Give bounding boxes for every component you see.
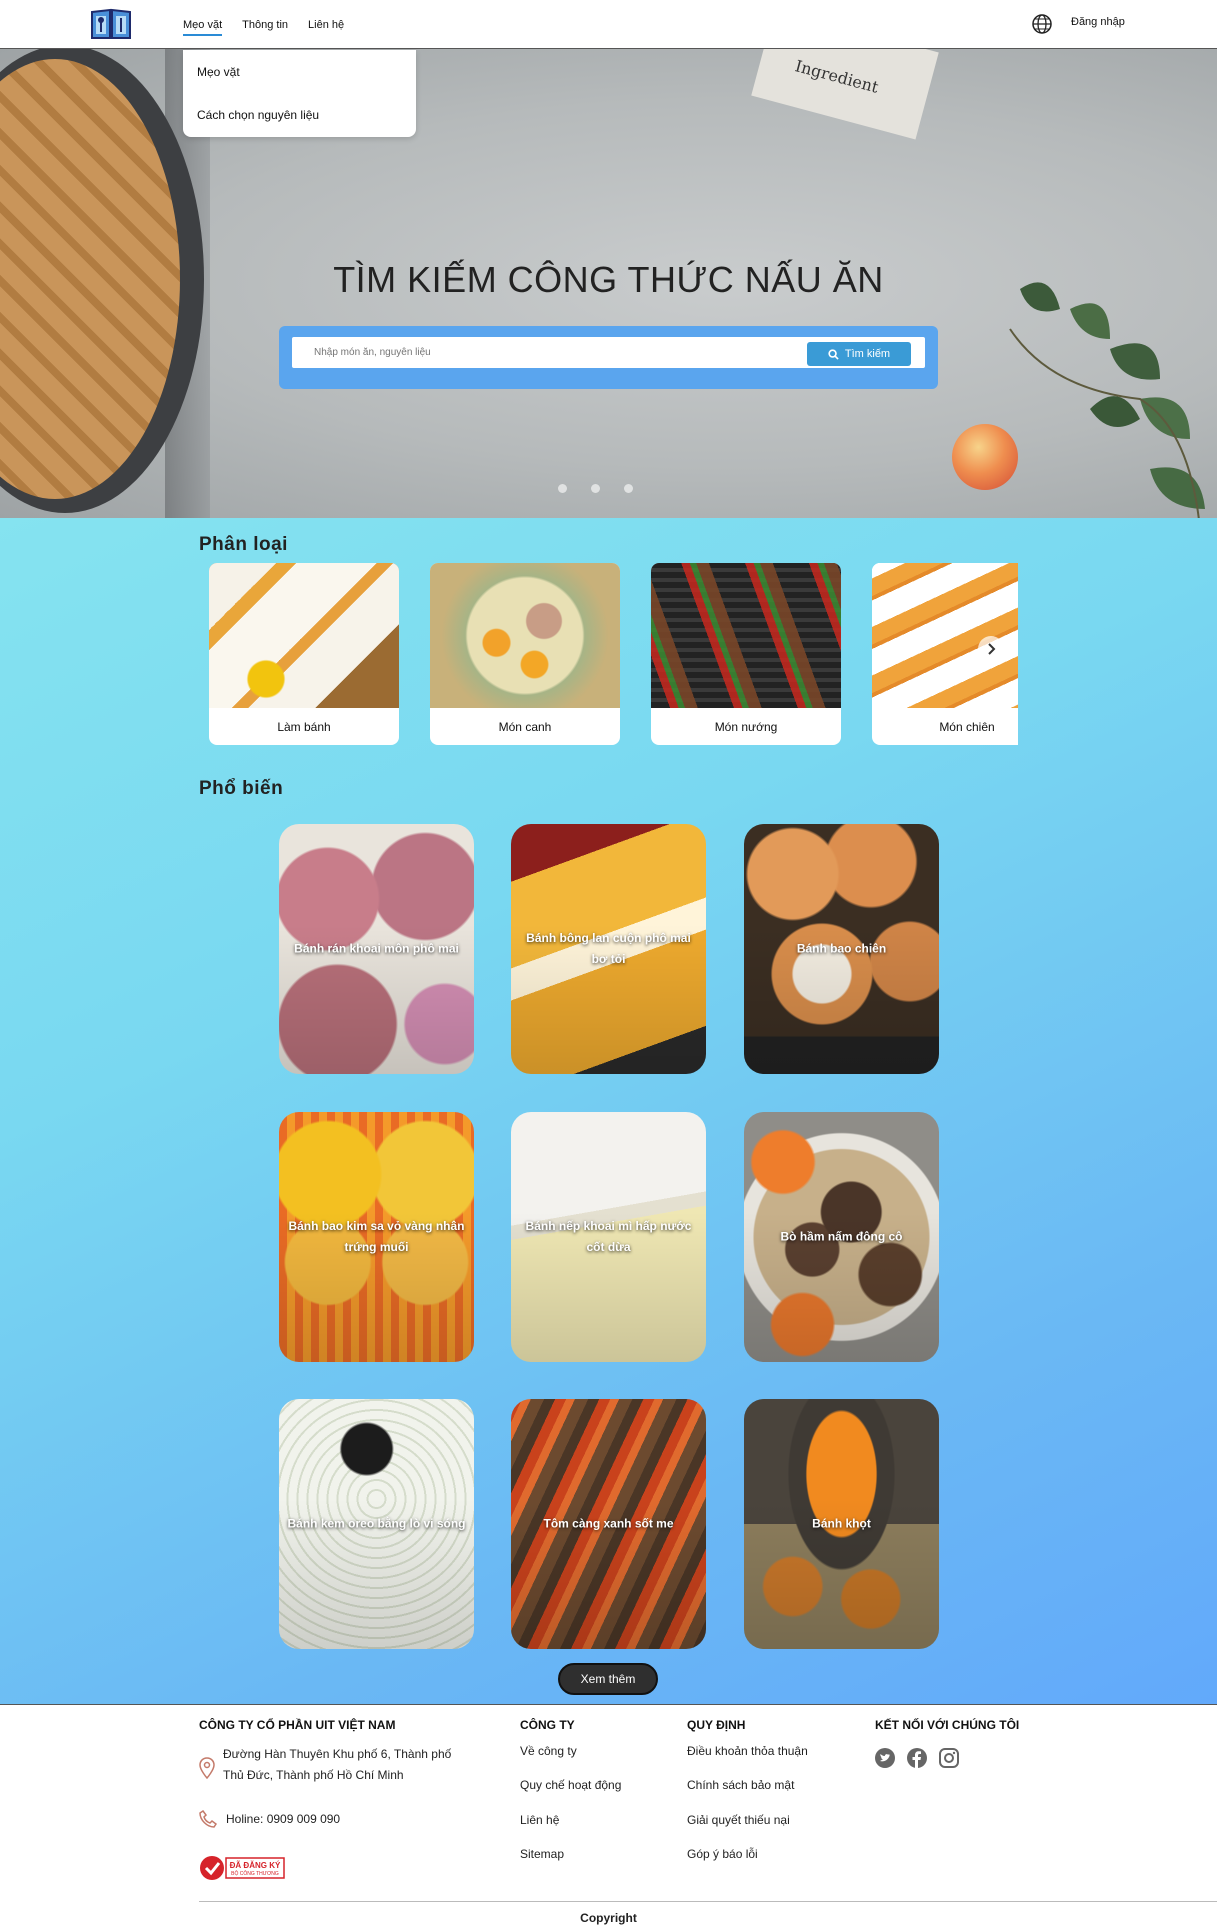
twitter-icon[interactable] [875,1748,895,1768]
category-label: Làm bánh [277,719,331,734]
popular-card[interactable]: Bánh khọt [744,1399,939,1649]
category-card-soup[interactable]: Món canh [430,563,620,745]
badge-text-registered: ĐÃ ĐĂNG KÝ [230,1861,281,1870]
popular-card[interactable]: Bánh bao chiên [744,824,939,1074]
category-image [651,563,841,708]
category-carousel: Làm bánh Món canh Món nướng Món chiên [209,563,1018,745]
popular-card-label: Bánh khọt [812,1516,871,1531]
footer-company-name: CÔNG TY CỔ PHẦN UIT VIỆT NAM [199,1718,396,1732]
carousel-dot[interactable] [558,484,567,493]
login-link[interactable]: Đăng nhập [1071,16,1125,28]
site-footer: CÔNG TY CỔ PHẦN UIT VIỆT NAM Đường Hàn T… [0,1704,1217,1931]
popular-card-label: Tôm càng xanh sốt me [543,1516,674,1531]
category-image [872,563,1018,708]
popular-card[interactable]: Bò hầm nấm đông cô [744,1112,939,1362]
hero-apple-image [952,424,1018,490]
popular-card-label: Bánh kem oreo bằng lò vi sóng [287,1516,466,1531]
popular-card-label: Bánh rán khoai môn phô mai [294,941,459,956]
category-label: Món canh [498,719,552,734]
main-content: Phân loại Làm bánh Món canh Món nướng Mó… [0,518,1217,1704]
phone-icon [199,1810,217,1828]
footer-link-complaints[interactable]: Giải quyết thiếu nại [687,1813,790,1827]
category-card-baking[interactable]: Làm bánh [209,563,399,745]
hero-leaves-decoration [1009,282,1205,518]
popular-card[interactable]: Bánh bông lan cuộn phô mai bơ tỏi [511,824,706,1074]
search-bar: Tìm kiếm [279,326,938,389]
footer-link-sitemap[interactable]: Sitemap [520,1847,564,1861]
facebook-icon[interactable] [907,1748,927,1768]
search-button-label: Tìm kiếm [844,348,891,360]
registered-badge-icon[interactable]: ĐÃ ĐĂNG KÝ BỘ CÔNG THƯƠNG [199,1854,287,1882]
footer-address-line2: Thủ Đức, Thành phố Hồ Chí Minh [223,1768,404,1782]
footer-hotline: Holine: 0909 009 090 [226,1812,341,1826]
category-card-grill[interactable]: Món nướng [651,563,841,745]
footer-col-rules-title: QUY ĐỊNH [687,1718,746,1732]
hero-paper-text: Ingredient [793,56,881,97]
footer-link-terms[interactable]: Điều khoản thỏa thuận [687,1744,808,1758]
footer-link-privacy[interactable]: Chính sách bảo mật [687,1778,794,1792]
site-header: Mẹo vặt Thông tin Liên hệ Đăng nhập [0,0,1217,49]
category-image [209,563,399,708]
popular-card[interactable]: Bánh kem oreo bằng lò vi sóng [279,1399,474,1649]
globe-icon[interactable] [1031,13,1053,35]
chevron-right-icon [988,643,996,655]
footer-col-connect-title: KẾT NỐI VỚI CHÚNG TÔI [875,1718,1020,1732]
footer-address-line1: Đường Hàn Thuyên Khu phố 6, Thành phố [223,1747,452,1761]
popular-title: Phổ biến [199,778,284,799]
category-label: Món nướng [714,719,778,734]
footer-link-contact[interactable]: Liên hệ [520,1813,559,1827]
badge-text-ministry: BỘ CÔNG THƯƠNG [231,1870,279,1877]
popular-card[interactable]: Bánh nếp khoai mì hấp nước cốt dừa [511,1112,706,1362]
footer-link-about[interactable]: Về công ty [520,1744,577,1758]
popular-card-label: Bánh nếp khoai mì hấp nước cốt dừa [525,1219,692,1254]
dropdown-item-ingredients[interactable]: Cách chọn nguyên liệu [183,93,416,136]
popular-card-label: Bánh bao kim sa vỏ vàng nhân trứng muối [288,1219,465,1254]
footer-divider [199,1901,1217,1902]
popular-card-label: Bánh bao chiên [796,941,887,956]
footer-link-regulations[interactable]: Quy chế hoạt động [520,1778,621,1792]
carousel-dot[interactable] [624,484,633,493]
search-button[interactable]: Tìm kiếm [807,342,911,366]
search-icon [828,348,839,360]
category-image [430,563,620,708]
copyright-text: Copyright [580,1911,637,1925]
popular-card[interactable]: Bánh rán khoai môn phô mai [279,824,474,1074]
carousel-dots [558,484,633,493]
nav-info[interactable]: Thông tin [242,0,288,49]
category-label: Món chiên [939,719,995,734]
footer-link-feedback[interactable]: Góp ý báo lỗi [687,1847,758,1861]
footer-col-company-title: CÔNG TY [520,1718,575,1732]
hero-paper-decoration: Ingredient [751,49,939,140]
book-logo-icon[interactable] [90,7,132,41]
instagram-icon[interactable] [939,1748,959,1768]
hero-title: TÌM KIẾM CÔNG THỨC NẤU ĂN [333,259,884,300]
nav-contact[interactable]: Liên hệ [308,0,344,49]
popular-card[interactable]: Tôm càng xanh sốt me [511,1399,706,1649]
location-pin-icon [199,1757,215,1779]
dropdown-item-tips[interactable]: Mẹo vặt [183,50,416,93]
carousel-next-button[interactable] [978,636,1004,662]
see-more-button[interactable]: Xem thêm [558,1663,658,1695]
popular-card-label: Bánh bông lan cuộn phô mai bơ tỏi [526,931,691,966]
nav-tips[interactable]: Mẹo vặt [183,0,223,49]
popular-card[interactable]: Bánh bao kim sa vỏ vàng nhân trứng muối [279,1112,474,1362]
categories-title: Phân loại [199,534,288,555]
popular-card-label: Bò hầm nấm đông cô [780,1229,903,1244]
tips-dropdown-menu: Mẹo vặt Cách chọn nguyên liệu [183,50,416,137]
main-nav: Mẹo vặt Thông tin Liên hệ [183,0,344,49]
carousel-dot[interactable] [591,484,600,493]
